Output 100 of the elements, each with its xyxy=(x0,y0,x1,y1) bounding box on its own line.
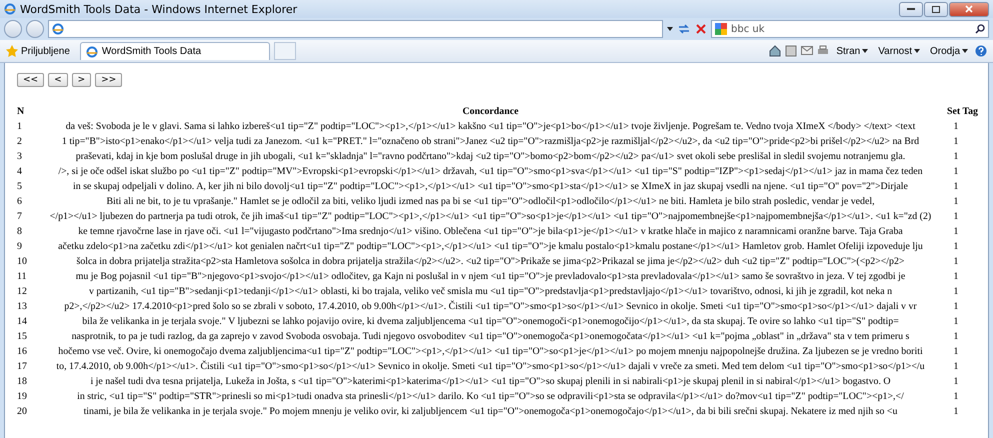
menu-button[interactable]: Varnost xyxy=(875,46,923,56)
menu-button[interactable]: Stran xyxy=(833,46,872,56)
row-number: 5 xyxy=(17,181,22,192)
forward-button[interactable] xyxy=(26,20,44,38)
row-number: 11 xyxy=(17,271,27,282)
concordance-line: da veš: Svoboda je le v glavi. Sama si lahko izbereš<u1 tip="Z" podtip="LOC"><p1>,</p1></u1> kakšno <u1 tip="O">je<p1>bo</p1></u1> tvoje življenje. Pogrešam te. Vedno tvoja XImeX </body> </text> <text xyxy=(66,121,916,132)
concordance-line: bila že velikanka in je terjala svoje." V ljubezni se lahko pojavijo ovire, ki dvema zaljubljencema <u1 tip="O">onemogoči<p1>onemogočijo</p1></u1>, da sta skupaj. Te ovire so lahko <u1 tip="S" podtip= xyxy=(82,316,899,327)
concordance-line: šolca in dobra prijatelja stražita<p2>sta Hamletova sošolca in dobra prijatelja stražila</p2></u2>. <u2 tip="O">Prikaže se jima<p2>Prikazal se jima je</p2></u2> duh <u2 tip="Z" podtip="LOC">(<p2></p2> xyxy=(76,256,904,267)
favorites-button[interactable]: Priljubljene xyxy=(6,45,76,57)
set-tag-cell: 1 xyxy=(954,301,958,312)
back-button[interactable] xyxy=(4,20,22,38)
column-header: Concordance xyxy=(462,106,518,117)
star-icon xyxy=(6,45,18,57)
set-tag-cell: 1 xyxy=(954,316,958,327)
maximize-icon xyxy=(932,6,940,12)
globe-icon xyxy=(52,23,64,35)
printer-icon[interactable] xyxy=(817,45,830,57)
menu-button[interactable]: Orodja xyxy=(926,46,971,56)
set-tag-cell: 1 xyxy=(954,271,958,282)
row-number: 2 xyxy=(17,136,22,147)
search-field[interactable]: bbc uk xyxy=(711,20,989,38)
set-tag-cell: 1 xyxy=(954,361,958,372)
row-number: 1 xyxy=(17,121,22,132)
nav-button[interactable]: > xyxy=(72,73,92,87)
caret-icon xyxy=(862,49,868,53)
set-tag-cell: 1 xyxy=(954,286,958,297)
row-number: 15 xyxy=(17,331,27,342)
row-number: 16 xyxy=(17,346,27,357)
search-provider-icon xyxy=(715,23,727,35)
row-number: 14 xyxy=(17,316,27,327)
row-number: 7 xyxy=(17,211,22,222)
mail-icon[interactable] xyxy=(801,46,814,56)
set-tag-cell: 1 xyxy=(954,211,958,222)
set-tag-cell: 1 xyxy=(954,226,958,237)
concordance-line: to, 17.4.2010, ob 9.00h</p1></u1>. Čistili <u1 tip="O">smo<p1>so</p1></u1> Sevnico in okolje. Smeti <u1 tip="O">smo<p1>so</p1></u1> dajali v vreče za smeti. Med tem delom <u1 tip="O">smo<p1>so</p1></u xyxy=(56,361,925,372)
help-icon[interactable] xyxy=(975,45,987,57)
concordance-line: hočemo vse več. Ovire, ki onemogočajo dvema zaljubljencima<u1 tip="Z" podtip="LOC"><p1>,</p1></u1> <u1 tip="O">so<p1>je</p1></u1> po mojem mnenju najpopolnejše družina. Za ljubezen se je vredno boriti xyxy=(58,346,923,357)
set-tag-cell: 1 xyxy=(954,196,958,207)
caret-icon xyxy=(962,49,968,53)
caret-icon xyxy=(667,27,673,31)
address-field[interactable] xyxy=(48,20,663,38)
row-number: 17 xyxy=(17,361,27,372)
concordance-line: in stric, <u1 tip="S" podtip="STR">prinesli so mi<p1>tudi onadva sta prinesli</p1></u1> darilo. Ko <u1 tip="O">so se odpravili<p1>sta se odpravila</p1></u1> do?mov<u1 tip="Z" podtip="LOC"><p1>,</ xyxy=(77,391,904,402)
minimize-button[interactable] xyxy=(899,2,923,16)
stop-icon[interactable] xyxy=(695,23,707,35)
row-number: 13 xyxy=(17,301,27,312)
row-number: 12 xyxy=(17,286,27,297)
nav-button[interactable]: >> xyxy=(95,73,122,87)
column-header: N xyxy=(17,106,24,117)
concordance-line: p2>,</p2></u2> 17.4.2010<p1>pred šolo so se zbrali v soboto, 17.4.2010, ob 9.00h</p1></u1>. Čistili <u1 tip="O">smo<p1>so</p1></u1> Sevnico in okolje. Smeti <u1 tip="O">smo<p1>so</p1></u1> dajali v vr xyxy=(64,301,917,312)
row-number: 19 xyxy=(17,391,27,402)
set-tag-cell: 1 xyxy=(954,241,958,252)
row-number: 8 xyxy=(17,226,22,237)
concordance-line: nasprotnik, to pa je tudi razlog, da ga zaprejo v zavod Svoboda osvobaja. Tudi njegovo osvoboditev <u1 tip="O">onemogoča<p1>onemogočata</p1></u1> <u1 k="pojma „oblast" in „država" sta v tem primeru s xyxy=(72,331,910,342)
nav-button[interactable]: << xyxy=(17,73,44,87)
globe-icon xyxy=(4,3,16,15)
set-tag-cell: 1 xyxy=(954,256,958,267)
set-tag-cell: 1 xyxy=(954,331,958,342)
set-tag-cell: 1 xyxy=(954,136,958,147)
minimize-icon xyxy=(907,8,915,10)
concordance-line: i je našel tudi dva tesna prijatelja, Lukeža in Jošta, s <u1 tip="O">katerimi<p1>katerima</p1></u1> <u1 tip="O">so skupaj plenili in si nabirali<p1>je skupaj plenil in si nabiral</p1></u1> bogastvo. O xyxy=(90,376,891,387)
row-number: 10 xyxy=(17,256,27,267)
browser-tab[interactable]: WordSmith Tools Data xyxy=(80,42,270,60)
column-header: Set Tag xyxy=(946,106,978,117)
caret-icon xyxy=(914,49,920,53)
row-number: 3 xyxy=(17,151,22,162)
concordance-line: mu je Bog pojasnil <u1 tip="B">njegovo<p1>svojo</p1></u1> odločitev, ga Kajn ni poslušal in v njem <u1 tip="O">je prevladovalo<p1>sta prevladovala</p1></u1> samo še sovraštvo in jeza. V tej zgodbi je xyxy=(76,271,906,282)
set-tag-cell: 1 xyxy=(954,166,958,177)
nav-button[interactable]: < xyxy=(48,73,68,87)
home-icon[interactable] xyxy=(769,45,782,57)
concordance-line: in se skupaj odpeljali v dolino. A, ker jih ni bilo dovolj<u1 tip="Z" podtip="LOC"><p1>,</p1></u1> <u1 tip="O">smo<p1>sta</p1></u1> se XImeX in jaz skupaj vsedli na njene. <u1 tip="O" pov="2">Dirjale xyxy=(73,181,908,192)
set-tag-cell: 1 xyxy=(954,406,958,417)
row-number: 9 xyxy=(17,241,22,252)
set-tag-cell: 1 xyxy=(954,376,958,387)
concordance-line: Biti ali ne bit, to je tu vprašanje." Hamlet se je odločil za biti, veliko ljudi izmed nas pa bi se <u1 tip="O">odločil<p1>odločilo</p1></u1> ne biti. Hamleta je bilo strah posledic, vendar je vedel, xyxy=(106,196,875,207)
concordance-line: praševati, kdaj in kje bom poslušal druge in jih ubogali, <u1 k="skladnja" l="ravno podčrtano">kdaj <u2 tip="O">bomo<p2>bom</p2></u2> pa</u1> svet okoli sebe preslišal in sledil svojemu notranjemu gla. xyxy=(76,151,906,162)
close-icon xyxy=(965,5,973,13)
search-icon[interactable] xyxy=(975,24,985,34)
row-number: 6 xyxy=(17,196,22,207)
row-number: 20 xyxy=(17,406,27,417)
concordance-line: ke temne rjavočrne lase in rjave oči. <u1 l="vijugasto podčrtano">Ima srednjo</u1> višino. Oblečena <u1 tip="O">je bila<p1>je</p1></u1> v kratke hlače in majico z naramnicami oranžne barve. Taja Graba xyxy=(78,226,903,237)
row-number: 18 xyxy=(17,376,27,387)
maximize-button[interactable] xyxy=(924,2,948,16)
concordance-line: ačetku zdelo<p1>na začetku zdi</p1></u1> kot genialen načrt<u1 tip="Z" podtip="LOC"><p1>,</p1></u1> <u1 tip="O">je kmalu postalo<p1>kmalu postane</p1></u1> Hamletov grob. Hamlet Ofeliji izpoveduje lju xyxy=(58,241,923,252)
window-title: WordSmith Tools Data - Windows Internet Explorer xyxy=(20,2,298,16)
concordance-line: />, si je oče odšel iskat službo po <u1 tip="Z" podtip="MV">Evropski<p1>evropski</p1></u1> državah, <u1 tip="O">smo<p1>sva</p1></u1> <u1 tip="S" podtip="IZP"><p1>sedaj</p1></u1> jaz in mama čez teden xyxy=(58,166,923,177)
dropdown-button[interactable] xyxy=(667,27,673,31)
globe-icon xyxy=(86,46,98,58)
set-tag-cell: 1 xyxy=(954,346,958,357)
set-tag-cell: 1 xyxy=(954,151,958,162)
close-button[interactable] xyxy=(949,2,989,16)
set-tag-cell: 1 xyxy=(954,121,958,132)
concordance-line: 1 tip="B">isto<p1>enako</p1></u1> velja tudi za Janezom. <u1 k="PRET." l="označeno ob strani">Janez <u2 tip="O">razmišlja<p2>je razmišljal</p2></u2>, da <u2 tip="O">pride<p2>bi prišel</p2></u2> na Brd xyxy=(62,136,920,147)
row-number: 4 xyxy=(17,166,22,177)
concordance-line: v partizanih, <u1 tip="B">sedanji<p1>tedanji</p1></u1> oblasti, ki bo trajala, veliko več smisla mu <u1 tip="O">predstavlja<p1>predstavljajo</p1></u1> tovarištvo, odnosi, ki jih je zgradil, kot neka n xyxy=(88,286,892,297)
set-tag-cell: 1 xyxy=(954,181,958,192)
refresh-icon[interactable] xyxy=(677,23,691,35)
concordance-line: </p1></u1> ljubezen do partnerja pa tudi otrok, če jih imaš<u1 tip="Z" podtip="LOC"><p1>,</p1></u1> <u1 tip="O">so<p1>je</p1></u1> <u1 tip="O">najpomembnejše<p1>najpomembnejša</p1></u1>. <u1 k="zd (2) xyxy=(50,211,932,222)
set-tag-cell: 1 xyxy=(954,391,958,402)
concordance-line: tinami, je bila že velikanka in je terjala svoje." Po mojem mnenju je veliko ovir, ki zaljubljencem <u1 tip="O">onemogoča<p1>onemogočajo</p1></u1>, da bi bili srečni skupaj. Nekatere iz med njih so <u xyxy=(84,406,898,417)
